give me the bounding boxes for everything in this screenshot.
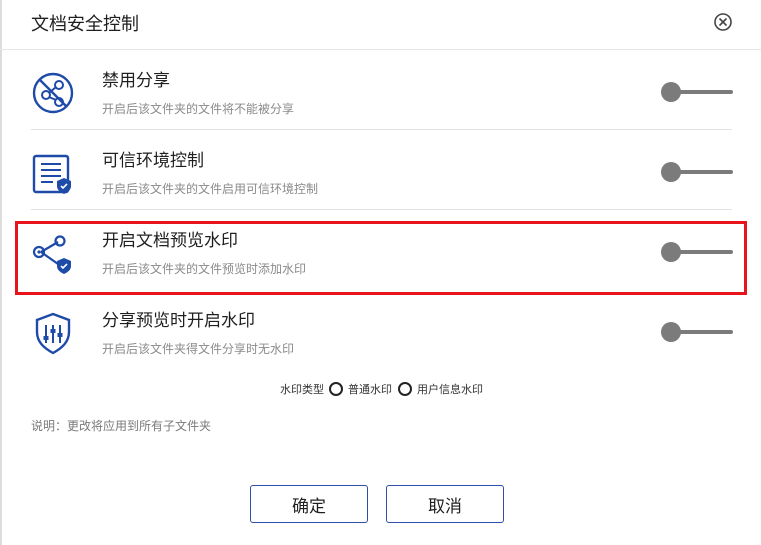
cancel-button[interactable]: 取消 (386, 485, 504, 523)
setting-share-watermark: 分享预览时开启水印 开启后该文件夹得文件分享时无水印 (0, 302, 761, 382)
confirm-button[interactable]: 确定 (250, 485, 368, 523)
trusted-environment-toggle[interactable] (661, 161, 733, 183)
normal-watermark-radio[interactable] (329, 382, 343, 396)
watermark-type-label: 水印类型 (280, 383, 324, 396)
trusted-environment-icon (31, 151, 75, 195)
share-disabled-icon (31, 71, 75, 115)
normal-watermark-label[interactable]: 普通水印 (348, 381, 392, 397)
highlight-box (15, 221, 747, 295)
divider (31, 209, 732, 210)
setting-description: 开启后该文件夹得文件分享时无水印 (102, 342, 295, 356)
user-info-watermark-radio[interactable] (398, 382, 412, 396)
setting-title: 禁用分享 (102, 71, 170, 91)
setting-description: 开启后该文件夹的文件启用可信环境控制 (102, 182, 319, 196)
share-watermark-shield-icon (31, 311, 75, 355)
disable-share-toggle[interactable] (661, 81, 733, 103)
dialog-title: 文档安全控制 (31, 14, 139, 35)
watermark-type-row: 水印类型 普通水印 用户信息水印 (280, 379, 483, 399)
setting-trusted-environment: 可信环境控制 开启后该文件夹的文件启用可信环境控制 (0, 142, 761, 222)
share-watermark-toggle[interactable] (661, 321, 733, 343)
user-info-watermark-label[interactable]: 用户信息水印 (417, 381, 483, 397)
setting-title: 分享预览时开启水印 (102, 311, 255, 331)
setting-title: 可信环境控制 (102, 151, 204, 171)
setting-description: 开启后该文件夹的文件将不能被分享 (102, 102, 295, 116)
divider (31, 129, 732, 130)
setting-disable-share: 禁用分享 开启后该文件夹的文件将不能被分享 (0, 62, 761, 142)
dialog-header: 文档安全控制 (0, 0, 761, 50)
close-icon[interactable] (713, 12, 733, 32)
note-text: 说明：更改将应用到所有子文件夹 (31, 419, 212, 433)
